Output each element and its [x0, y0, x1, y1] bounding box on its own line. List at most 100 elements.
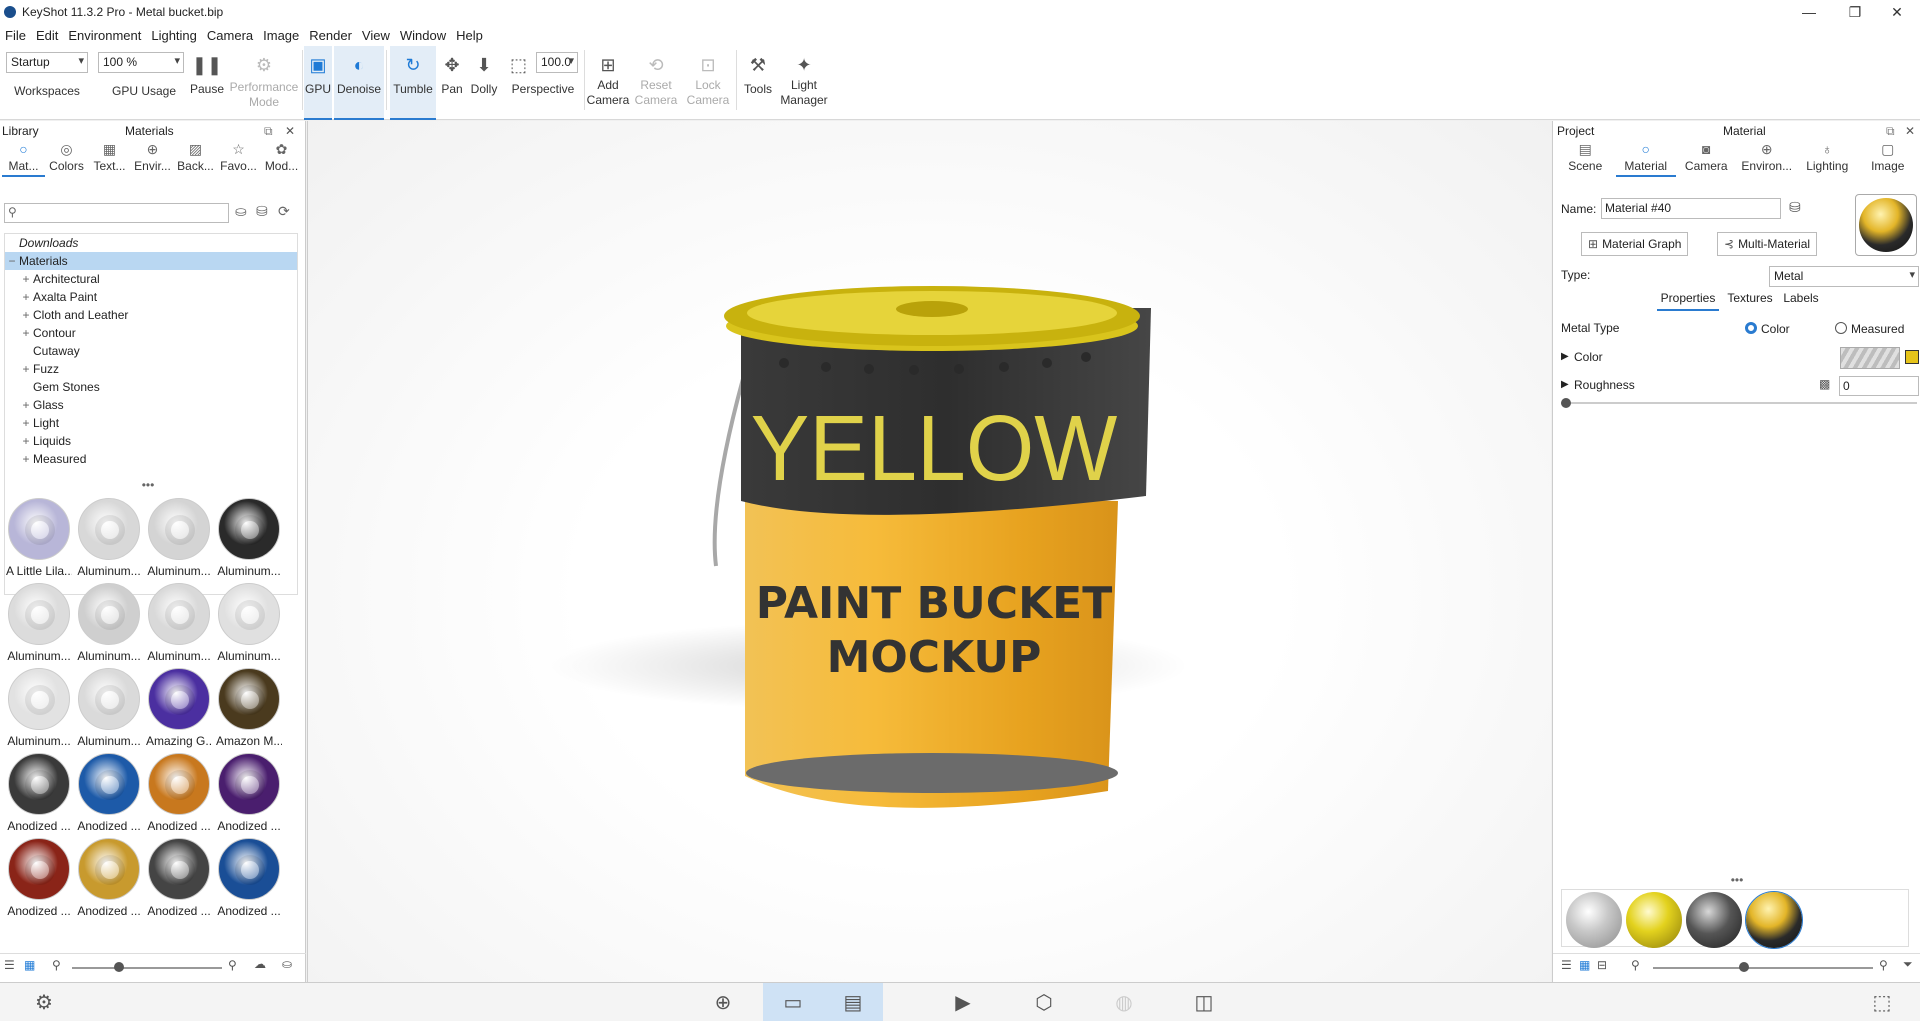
cloud-library-icon[interactable]: ⚙	[24, 983, 64, 1021]
tree-item[interactable]: Cutaway	[5, 342, 297, 360]
list-view-icon[interactable]: ☰	[4, 958, 15, 972]
denoise-toggle[interactable]: ◐ Denoise	[334, 46, 384, 120]
perspective-button[interactable]: ⬚ Perspective	[506, 46, 580, 120]
workspaces-button[interactable]: Workspaces	[6, 46, 88, 120]
save-icon[interactable]: ⛁	[1789, 199, 1801, 216]
tab-environment[interactable]: ⊕ Environ...	[1737, 141, 1798, 177]
radio-color[interactable]	[1745, 322, 1757, 334]
color-picker-icon[interactable]	[1905, 350, 1919, 364]
texture-map-icon[interactable]: ▩	[1819, 377, 1830, 391]
tab-backplates[interactable]: ▨ Back...	[174, 141, 217, 177]
gpu-toggle[interactable]: ▣ GPU	[304, 46, 332, 120]
menu-image[interactable]: Image	[258, 28, 304, 43]
library-toggle-icon[interactable]: ▭	[763, 983, 823, 1021]
material-thumbnail[interactable]: Anodized ...	[146, 753, 212, 835]
material-preview[interactable]	[1855, 194, 1917, 256]
project-toggle-icon[interactable]: ▤	[823, 983, 883, 1021]
tumble-tool[interactable]: ↻ Tumble	[390, 46, 436, 120]
tree-item[interactable]: + Axalta Paint	[5, 288, 297, 306]
add-camera-button[interactable]: ⊞ Add Camera	[586, 46, 630, 120]
light-manager-button[interactable]: ✦ Light Manager	[778, 46, 830, 120]
collapse-icon[interactable]: −	[5, 254, 19, 268]
radio-measured[interactable]	[1835, 322, 1847, 334]
thumbnail-size-slider[interactable]	[72, 967, 222, 969]
folder-icon[interactable]: ⛀	[282, 957, 292, 971]
material-thumbnail[interactable]: A Little Lila...	[6, 498, 72, 580]
reset-camera-button[interactable]: ⟲ Reset Camera	[632, 46, 680, 120]
material-thumbnail[interactable]: Anodized ...	[76, 753, 142, 835]
menu-edit[interactable]: Edit	[31, 28, 63, 43]
undock-icon[interactable]: ⧉	[1886, 124, 1895, 139]
subtab-properties[interactable]: Properties	[1657, 291, 1719, 311]
material-thumbnail[interactable]: Aluminum...	[216, 498, 282, 580]
menu-lighting[interactable]: Lighting	[146, 28, 202, 43]
tree-item[interactable]: + Measured	[5, 450, 297, 468]
tree-item[interactable]: − Materials	[5, 252, 297, 270]
tab-camera[interactable]: ◙ Camera	[1676, 141, 1737, 177]
library-search-input[interactable]: ⚲	[4, 203, 229, 223]
tab-materials[interactable]: ○ Mat...	[2, 141, 45, 177]
tab-scene[interactable]: ▤ Scene	[1555, 141, 1616, 177]
menu-environment[interactable]: Environment	[63, 28, 146, 43]
expand-icon[interactable]: +	[19, 434, 33, 448]
thumbnail-size-slider[interactable]	[1653, 967, 1873, 969]
slider-handle[interactable]	[114, 962, 124, 972]
close-panel-icon[interactable]: ✕	[285, 124, 295, 138]
menu-render[interactable]: Render	[304, 28, 357, 43]
tree-item[interactable]: + Liquids	[5, 432, 297, 450]
material-thumbnail[interactable]: Anodized ...	[76, 838, 142, 920]
material-thumbnail[interactable]: Anodized ...	[216, 753, 282, 835]
zoom-out-icon[interactable]: ⚲	[52, 958, 61, 972]
tab-textures[interactable]: ▦ Text...	[88, 141, 131, 177]
tab-lighting[interactable]: ♁ Lighting	[1797, 141, 1858, 177]
refresh-icon[interactable]: ⟳	[278, 203, 290, 220]
roughness-slider-handle[interactable]	[1561, 398, 1571, 408]
material-graph-button[interactable]: ⊞ Material Graph	[1581, 232, 1689, 256]
material-thumbnail[interactable]: Aluminum...	[6, 668, 72, 750]
menu-view[interactable]: View	[357, 28, 395, 43]
material-thumbnail[interactable]: Amazing G...	[146, 668, 212, 750]
tab-image[interactable]: ▢ Image	[1858, 141, 1919, 177]
expand-roughness-icon[interactable]: ▶	[1561, 379, 1569, 390]
slider-handle[interactable]	[1739, 962, 1749, 972]
tools-button[interactable]: ⚒ Tools	[740, 46, 776, 120]
splitter-dots[interactable]: •••	[0, 478, 296, 492]
tab-models[interactable]: ✿ Mod...	[260, 141, 303, 177]
keyshotxr-icon[interactable]: ⬡	[1024, 983, 1064, 1021]
expand-icon[interactable]: +	[19, 326, 33, 340]
tab-favorites[interactable]: ☆ Favo...	[217, 141, 260, 177]
expand-icon[interactable]: +	[19, 362, 33, 376]
cloud-icon[interactable]: ☁	[254, 957, 266, 971]
tree-item[interactable]: Gem Stones	[5, 378, 297, 396]
material-thumbnail[interactable]: Aluminum...	[76, 668, 142, 750]
import-icon[interactable]: ⊕	[703, 983, 743, 1021]
restore-button[interactable]: ❐	[1832, 0, 1878, 24]
material-thumb-dark[interactable]	[1686, 892, 1742, 948]
undock-icon[interactable]: ⧉	[264, 124, 273, 139]
animation-icon[interactable]: ▶	[943, 983, 983, 1021]
material-thumbnail[interactable]: Aluminum...	[146, 498, 212, 580]
material-thumbnail[interactable]: Anodized ...	[146, 838, 212, 920]
list-view-icon[interactable]: ☰	[1561, 958, 1572, 972]
pause-button[interactable]: ❚❚ Pause	[188, 46, 226, 120]
expand-icon[interactable]: +	[19, 416, 33, 430]
grid-view-icon[interactable]: ▦	[24, 958, 35, 972]
render-icon[interactable]: ◫	[1184, 983, 1224, 1021]
menu-window[interactable]: Window	[395, 28, 451, 43]
expand-icon[interactable]: +	[19, 308, 33, 322]
folder-open-icon[interactable]: ⛀	[235, 203, 247, 220]
grid-view-icon[interactable]: ▦	[1579, 958, 1590, 972]
material-type-select[interactable]: Metal	[1769, 266, 1919, 287]
material-thumbnail[interactable]: Aluminum...	[146, 583, 212, 665]
tree-item[interactable]: + Light	[5, 414, 297, 432]
material-thumb-bucket[interactable]	[1745, 891, 1803, 949]
filter-icon[interactable]: ⏷	[1903, 957, 1913, 972]
pan-tool[interactable]: ✥ Pan	[438, 46, 466, 120]
expand-color-icon[interactable]: ▶	[1561, 351, 1569, 362]
color-swatch[interactable]	[1840, 347, 1900, 369]
material-thumbnail[interactable]: Anodized ...	[6, 753, 72, 835]
splitter-dots[interactable]: •••	[1553, 873, 1920, 887]
material-thumbnail[interactable]: Aluminum...	[76, 498, 142, 580]
tab-colors[interactable]: ◎ Colors	[45, 141, 88, 177]
menu-file[interactable]: File	[0, 28, 31, 43]
